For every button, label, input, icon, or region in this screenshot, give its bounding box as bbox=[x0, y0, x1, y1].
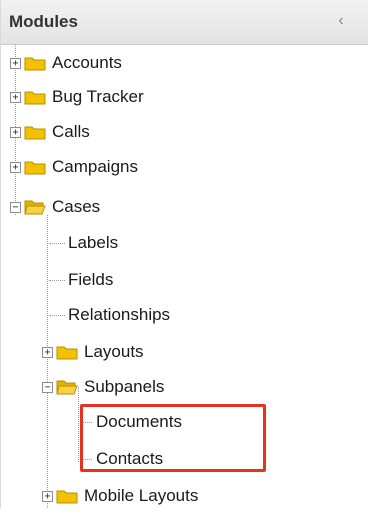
folder-closed-icon bbox=[24, 159, 46, 175]
tree-leaf-fields[interactable]: Fields bbox=[68, 263, 113, 297]
expand-icon[interactable]: + bbox=[10, 91, 21, 103]
tree-label: Campaigns bbox=[52, 157, 138, 176]
expand-icon[interactable]: + bbox=[42, 346, 53, 358]
tree-label: Fields bbox=[68, 270, 114, 289]
tree-leaf-relationships[interactable]: Relationships bbox=[68, 298, 170, 332]
panel-title: Modules bbox=[9, 12, 78, 31]
tree-label: Bug Tracker bbox=[52, 87, 144, 106]
chevron-left-icon[interactable]: ‹ bbox=[332, 10, 350, 32]
tree-line bbox=[49, 280, 65, 281]
tree-node-campaigns[interactable]: + Campaigns bbox=[10, 150, 138, 184]
tree-label: Mobile Layouts bbox=[84, 486, 199, 505]
tree-node-accounts[interactable]: + Accounts bbox=[10, 46, 122, 80]
tree-leaf-labels[interactable]: Labels bbox=[68, 226, 118, 260]
collapse-icon[interactable]: − bbox=[10, 201, 21, 213]
highlight-box bbox=[80, 404, 266, 472]
tree-node-cases[interactable]: − Cases bbox=[10, 190, 100, 224]
folder-closed-icon bbox=[56, 344, 78, 360]
tree-node-calls[interactable]: + Calls bbox=[10, 115, 90, 149]
tree-label: Relationships bbox=[68, 305, 171, 324]
tree-line bbox=[49, 315, 65, 316]
tree-label: Labels bbox=[68, 233, 119, 252]
tree-label: Subpanels bbox=[84, 377, 165, 396]
folder-closed-icon bbox=[24, 89, 46, 105]
tree-label: Cases bbox=[52, 197, 101, 216]
tree-node-bug-tracker[interactable]: + Bug Tracker bbox=[10, 80, 144, 114]
expand-icon[interactable]: + bbox=[10, 161, 21, 173]
folder-closed-icon bbox=[24, 55, 46, 71]
folder-open-icon bbox=[24, 199, 46, 215]
tree-label: Accounts bbox=[52, 53, 122, 72]
tree-node-subpanels[interactable]: − Subpanels bbox=[42, 370, 164, 404]
tree-label: Calls bbox=[52, 122, 90, 141]
expand-icon[interactable]: + bbox=[10, 126, 21, 138]
expand-icon[interactable]: + bbox=[42, 490, 53, 502]
folder-closed-icon bbox=[56, 488, 78, 504]
expand-icon[interactable]: + bbox=[10, 57, 21, 69]
folder-open-icon bbox=[56, 379, 78, 395]
collapse-icon[interactable]: − bbox=[42, 381, 53, 393]
tree-node-layouts[interactable]: + Layouts bbox=[42, 335, 144, 369]
tree-line bbox=[49, 243, 65, 244]
tree-label: Layouts bbox=[84, 342, 144, 361]
panel-header: Modules ‹ bbox=[1, 0, 368, 45]
folder-closed-icon bbox=[24, 124, 46, 140]
